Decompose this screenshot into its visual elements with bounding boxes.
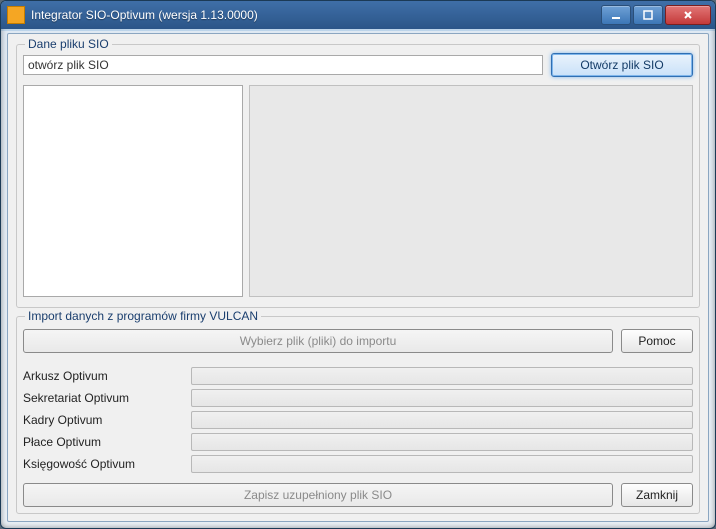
- app-icon: [7, 6, 25, 24]
- maximize-icon: [643, 10, 653, 20]
- app-window: Integrator SIO-Optivum (wersja 1.13.0000…: [0, 0, 716, 529]
- sio-detail-panel: [249, 85, 693, 297]
- help-button[interactable]: Pomoc: [621, 329, 693, 353]
- close-window-button[interactable]: [665, 5, 711, 25]
- window-controls: [601, 5, 711, 25]
- open-sio-button[interactable]: Otwórz plik SIO: [551, 53, 693, 77]
- choose-import-files-button[interactable]: Wybierz plik (pliki) do importu: [23, 329, 613, 353]
- group1-legend: Dane pliku SIO: [25, 37, 112, 51]
- row-label: Płace Optivum: [23, 435, 191, 449]
- row-ksiegowosc: Księgowość Optivum: [23, 453, 693, 475]
- row-label: Kadry Optivum: [23, 413, 191, 427]
- close-button[interactable]: Zamknij: [621, 483, 693, 507]
- row-field-ksiegowosc[interactable]: [191, 455, 693, 473]
- client-area: Dane pliku SIO Otwórz plik SIO Import da…: [7, 33, 709, 522]
- group2-legend: Import danych z programów firmy VULCAN: [25, 309, 261, 323]
- minimize-icon: [611, 10, 621, 20]
- row-field-place[interactable]: [191, 433, 693, 451]
- save-sio-button[interactable]: Zapisz uzupełniony plik SIO: [23, 483, 613, 507]
- row-label: Arkusz Optivum: [23, 369, 191, 383]
- group-sio-file-data: Dane pliku SIO Otwórz plik SIO: [16, 44, 700, 308]
- sio-tree-panel[interactable]: [23, 85, 243, 297]
- row-field-kadry[interactable]: [191, 411, 693, 429]
- maximize-button[interactable]: [633, 5, 663, 25]
- window-title: Integrator SIO-Optivum (wersja 1.13.0000…: [31, 8, 601, 22]
- titlebar[interactable]: Integrator SIO-Optivum (wersja 1.13.0000…: [1, 1, 715, 29]
- close-icon: [683, 10, 693, 20]
- row-arkusz: Arkusz Optivum: [23, 365, 693, 387]
- row-place: Płace Optivum: [23, 431, 693, 453]
- row-field-arkusz[interactable]: [191, 367, 693, 385]
- minimize-button[interactable]: [601, 5, 631, 25]
- import-rows: Arkusz Optivum Sekretariat Optivum Kadry…: [23, 365, 693, 475]
- row-sekretariat: Sekretariat Optivum: [23, 387, 693, 409]
- row-label: Sekretariat Optivum: [23, 391, 191, 405]
- row-kadry: Kadry Optivum: [23, 409, 693, 431]
- group-import-vulcan: Import danych z programów firmy VULCAN W…: [16, 316, 700, 514]
- sio-path-input[interactable]: [23, 55, 543, 75]
- row-label: Księgowość Optivum: [23, 457, 191, 471]
- row-field-sekretariat[interactable]: [191, 389, 693, 407]
